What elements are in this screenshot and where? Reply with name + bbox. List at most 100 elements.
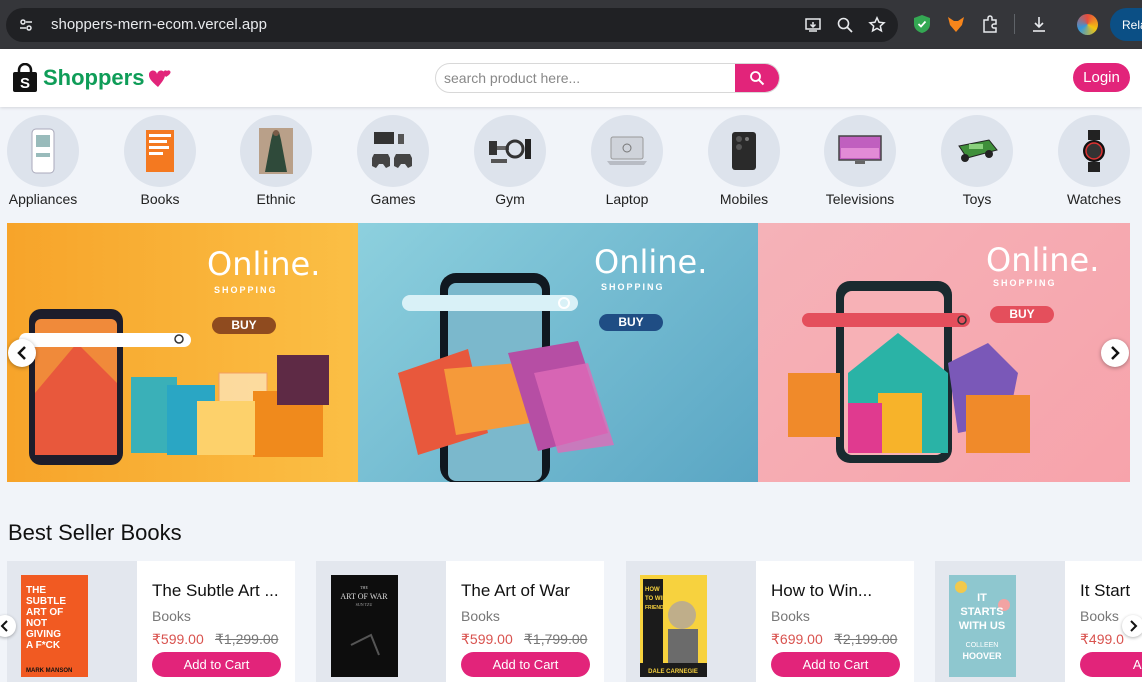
svg-text:COLLEEN: COLLEEN: [966, 642, 999, 649]
toolbar-divider: [1014, 14, 1015, 34]
product-image: THE SUBTLE ART OF NOT GIVING A F*CK MARK…: [7, 561, 137, 682]
svg-text:ART OF WAR: ART OF WAR: [340, 592, 388, 601]
svg-text:THE: THE: [360, 585, 368, 590]
install-app-icon[interactable]: [804, 16, 822, 34]
shopping-subheading: SHOPPING: [214, 285, 278, 295]
category-label: Games: [370, 191, 416, 207]
product-category: Books: [461, 608, 500, 624]
banner-prev-button[interactable]: [8, 339, 36, 367]
product-category: Books: [771, 608, 810, 624]
category-gym[interactable]: Gym: [455, 112, 565, 207]
product-title[interactable]: The Art of War: [461, 581, 570, 601]
category-televisions[interactable]: Televisions: [805, 112, 915, 207]
category-laptop[interactable]: Laptop: [572, 112, 682, 207]
books-next-button[interactable]: [1122, 615, 1142, 637]
banner-slide[interactable]: Online. SHOPPING BUY: [7, 223, 358, 482]
add-to-cart-button[interactable]: Add to Cart: [152, 652, 281, 677]
shopping-subheading: SHOPPING: [993, 278, 1057, 288]
add-to-cart-button[interactable]: Add to Cart: [461, 652, 590, 677]
dress-icon: [259, 128, 293, 174]
product-mrp: ₹2,199.00: [834, 631, 898, 647]
svg-text:SUN TZU: SUN TZU: [356, 602, 373, 607]
category-image: [941, 115, 1013, 187]
buy-tag: BUY: [599, 314, 663, 331]
svg-text:GIVING: GIVING: [26, 629, 61, 640]
shield-extension-icon[interactable]: [912, 14, 932, 34]
category-mobiles[interactable]: Mobiles: [689, 112, 799, 207]
svg-text:MARK MANSON: MARK MANSON: [26, 668, 72, 674]
login-button[interactable]: Login: [1073, 63, 1130, 92]
site-settings-icon[interactable]: [18, 17, 34, 33]
category-games[interactable]: Games: [338, 112, 448, 207]
search-input[interactable]: [436, 64, 736, 92]
product-title[interactable]: How to Win...: [771, 581, 872, 601]
product-card[interactable]: IT STARTS WITH US COLLEEN HOOVER It Star…: [935, 561, 1142, 682]
category-label: Watches: [1067, 191, 1121, 207]
product-category: Books: [1080, 608, 1119, 624]
svg-text:S: S: [20, 75, 30, 92]
product-title[interactable]: It Start: [1080, 581, 1130, 601]
banner-slide[interactable]: Online. SHOPPING BUY: [358, 223, 758, 482]
watch-icon: [1083, 130, 1105, 172]
download-icon[interactable]: [1029, 14, 1049, 34]
zoom-icon[interactable]: [836, 16, 854, 34]
svg-text:NOT: NOT: [26, 618, 47, 629]
product-card[interactable]: THE SUBTLE ART OF NOT GIVING A F*CK MARK…: [7, 561, 295, 682]
url-text[interactable]: shoppers-mern-ecom.vercel.app: [51, 16, 267, 33]
svg-text:STARTS: STARTS: [960, 606, 1003, 618]
laptop-icon: [607, 136, 647, 165]
relaunch-button[interactable]: Rela: [1110, 8, 1142, 41]
search-button[interactable]: [735, 64, 779, 92]
product-price: ₹499.0: [1080, 631, 1124, 647]
product-price: ₹599.00: [152, 631, 204, 647]
svg-text:WITH US: WITH US: [959, 620, 1005, 632]
banner-slide[interactable]: Online. SHOPPING BUY: [758, 223, 1130, 482]
category-image: [591, 115, 663, 187]
category-appliances[interactable]: Appliances: [0, 112, 98, 207]
svg-text:HOOVER: HOOVER: [962, 651, 1002, 661]
category-image: [708, 115, 780, 187]
product-price: ₹599.00: [461, 631, 513, 647]
category-image: [1058, 115, 1130, 187]
section-title: Best Seller Books: [8, 520, 182, 545]
add-to-cart-button[interactable]: Add: [1080, 652, 1142, 677]
product-card[interactable]: HOW TO WIN FRIENDS DALE CARNEGIE How to …: [626, 561, 914, 682]
add-to-cart-button[interactable]: Add to Cart: [771, 652, 900, 677]
category-label: Ethnic: [256, 191, 296, 207]
svg-text:ART OF: ART OF: [26, 607, 63, 618]
online-heading: Online.: [986, 241, 1100, 279]
product-title[interactable]: The Subtle Art ...: [152, 581, 279, 601]
book-icon: [146, 130, 174, 172]
puzzle-extensions-icon[interactable]: [980, 14, 1000, 34]
banner-next-button[interactable]: [1101, 339, 1129, 367]
product-card[interactable]: THE ART OF WAR SUN TZU The Art of War Bo…: [316, 561, 604, 682]
chevron-right-icon: [1111, 346, 1120, 360]
svg-text:IT: IT: [977, 592, 987, 604]
logo[interactable]: S Shoppers: [11, 63, 172, 93]
search-box: [435, 63, 780, 93]
book-cover-it-starts-with-us: IT STARTS WITH US COLLEEN HOOVER: [949, 575, 1016, 677]
svg-text:SUBTLE: SUBTLE: [26, 596, 66, 607]
tv-icon: [838, 135, 882, 164]
category-watches[interactable]: Watches: [1039, 112, 1142, 207]
category-books[interactable]: Books: [105, 112, 215, 207]
svg-text:THE: THE: [26, 585, 46, 596]
profile-avatar[interactable]: [1077, 14, 1098, 35]
address-bar[interactable]: shoppers-mern-ecom.vercel.app: [6, 8, 898, 42]
online-heading: Online.: [594, 243, 708, 281]
category-ethnic[interactable]: Ethnic: [221, 112, 331, 207]
category-label: Televisions: [825, 191, 895, 207]
hero-banner: Online. SHOPPING BUY Online. SHOPPING BU…: [7, 223, 1130, 482]
category-label: Mobiles: [719, 191, 769, 207]
buy-tag: BUY: [990, 306, 1054, 323]
bookmark-star-icon[interactable]: [868, 16, 886, 34]
product-mrp: ₹1,299.00: [215, 631, 279, 647]
category-image: [357, 115, 429, 187]
svg-text:TO WIN: TO WIN: [645, 596, 667, 602]
category-toys[interactable]: Toys: [922, 112, 1032, 207]
category-label: Gym: [495, 191, 525, 207]
category-label: Appliances: [8, 191, 78, 207]
shopping-bag-icon: S: [13, 63, 37, 92]
fox-extension-icon[interactable]: [946, 14, 966, 34]
book-cover-subtle-art: THE SUBTLE ART OF NOT GIVING A F*CK MARK…: [21, 575, 88, 677]
